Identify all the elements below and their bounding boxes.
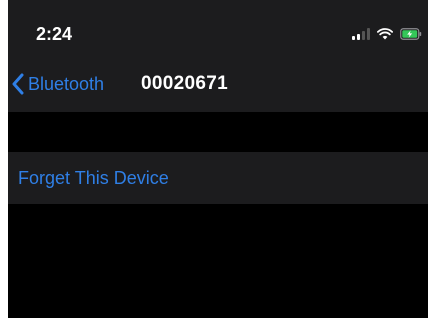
status-bar: 2:24 [8, 0, 428, 58]
navigation-bar: Bluetooth 00020671 [8, 64, 428, 104]
forget-device-button[interactable]: Forget This Device [8, 152, 428, 204]
status-time: 2:24 [36, 24, 73, 44]
device-detail-screen: 2:24 Bluetooth 00020671 Forget This Devi… [8, 0, 428, 318]
device-actions-group: Forget This Device [8, 152, 428, 204]
signal-icon [352, 28, 370, 40]
back-button-label: Bluetooth [28, 74, 105, 94]
status-icons [352, 26, 422, 40]
navigation-area: 2:24 Bluetooth 00020671 [8, 0, 428, 112]
battery-charging-icon [400, 28, 422, 40]
chevron-left-icon [12, 73, 24, 95]
back-button[interactable]: Bluetooth [12, 70, 104, 98]
page-title: 00020671 [141, 73, 228, 94]
forget-device-label: Forget This Device [18, 168, 169, 188]
wifi-icon [377, 28, 393, 40]
